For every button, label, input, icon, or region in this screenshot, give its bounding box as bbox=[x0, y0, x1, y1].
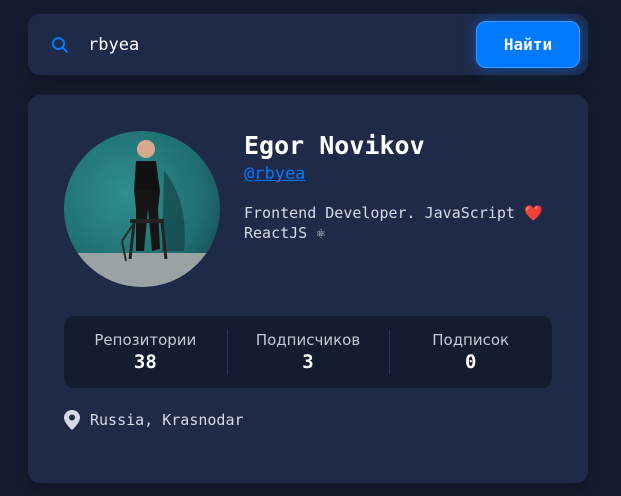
stat-label: Репозитории bbox=[94, 331, 197, 349]
profile-login-link[interactable]: @rbyea bbox=[244, 164, 305, 184]
stat-repositories: Репозитории 38 bbox=[64, 316, 227, 388]
stat-followers: Подписчиков 3 bbox=[226, 316, 390, 388]
stat-value: 3 bbox=[302, 351, 314, 373]
location-pin-icon bbox=[64, 410, 80, 430]
stat-label: Подписчиков bbox=[255, 331, 361, 349]
stat-value: 38 bbox=[133, 351, 157, 373]
search-icon bbox=[52, 37, 68, 53]
profile-bio: Frontend Developer. JavaScript ❤️ ReactJ… bbox=[244, 204, 543, 242]
search-input[interactable] bbox=[88, 30, 468, 60]
search-bar: Найти bbox=[28, 14, 588, 75]
profile-card: Egor Novikov @rbyea Frontend Developer. … bbox=[28, 95, 588, 483]
avatar-photo bbox=[64, 131, 220, 287]
location-text: Russia, Krasnodar bbox=[90, 411, 244, 429]
profile-name: Egor Novikov bbox=[244, 131, 425, 160]
stat-value: 0 bbox=[464, 351, 477, 373]
avatar bbox=[64, 131, 220, 287]
stat-label: Подписок bbox=[432, 331, 510, 349]
stat-following: Подписок 0 bbox=[389, 316, 552, 388]
profile-location: Russia, Krasnodar bbox=[64, 410, 244, 430]
search-button[interactable]: Найти bbox=[476, 21, 580, 68]
stats-panel: Репозитории 38 Подписчиков 3 Подписок 0 bbox=[64, 316, 552, 388]
